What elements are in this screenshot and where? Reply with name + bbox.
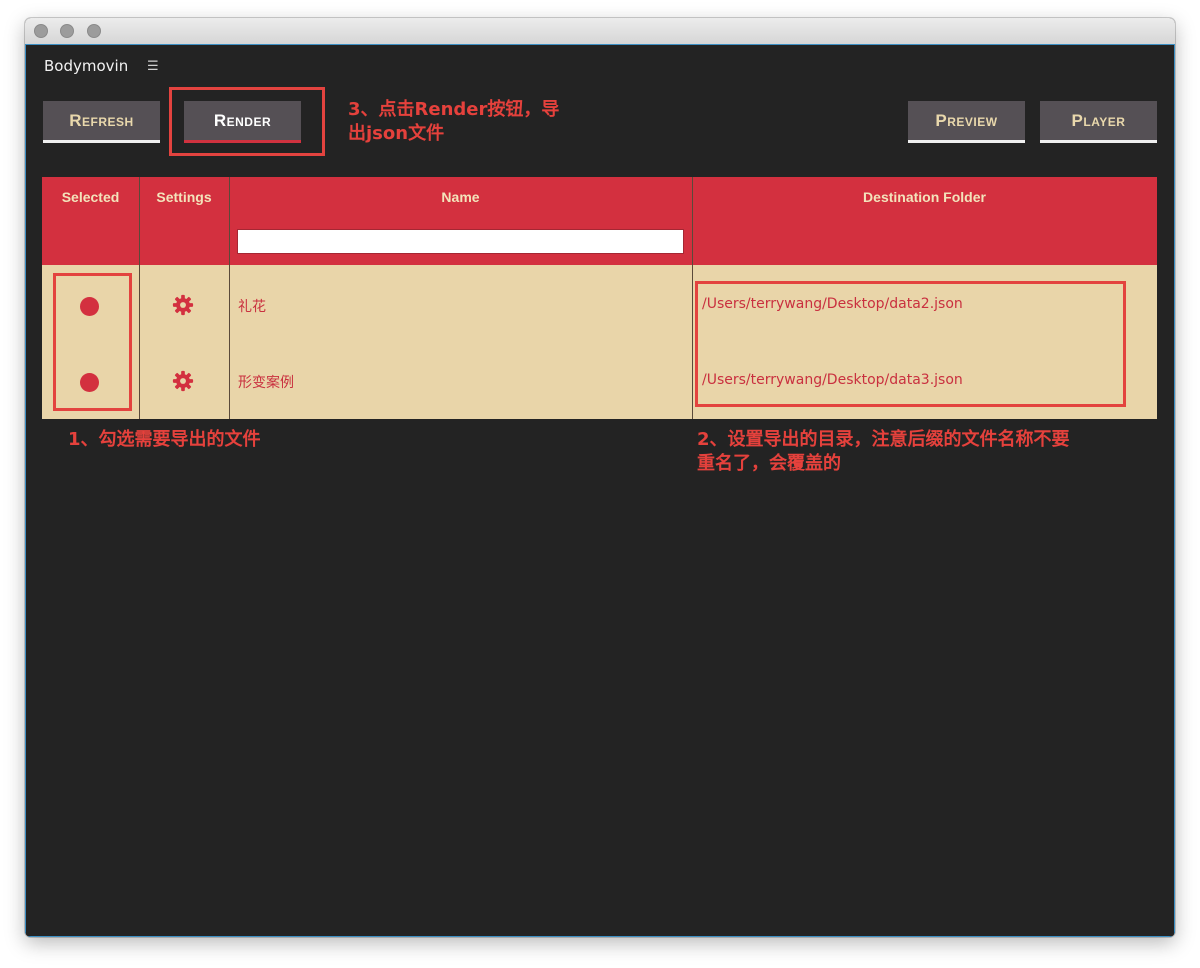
hamburger-menu-icon[interactable]: ☰ — [147, 60, 159, 73]
destination-annotation-line2: 重名了，会覆盖的 — [697, 453, 841, 474]
gear-icon[interactable] — [172, 294, 194, 316]
close-window-button[interactable] — [34, 24, 48, 38]
header-settings: Settings — [156, 189, 212, 205]
app-window: Bodymovin ☰ Refresh Render Preview Playe… — [25, 18, 1175, 937]
render-highlight-box — [169, 87, 325, 156]
row-name: 礼花 — [238, 299, 266, 315]
column-divider — [692, 177, 693, 419]
column-divider — [139, 177, 140, 419]
gear-icon[interactable] — [172, 370, 194, 392]
destination-highlight-box — [695, 281, 1126, 407]
panel-title: Bodymovin — [44, 57, 129, 75]
zoom-window-button[interactable] — [87, 24, 101, 38]
player-button[interactable]: Player — [1040, 101, 1157, 143]
window-titlebar — [25, 18, 1175, 45]
select-annotation: 1、勾选需要导出的文件 — [68, 429, 261, 450]
bodymovin-panel: Bodymovin ☰ Refresh Render Preview Playe… — [25, 44, 1175, 937]
header-destination: Destination Folder — [863, 189, 986, 205]
refresh-button[interactable]: Refresh — [43, 101, 160, 143]
minimize-window-button[interactable] — [60, 24, 74, 38]
preview-button[interactable]: Preview — [908, 101, 1025, 143]
render-annotation-line1: 3、点击Render按钮，导 — [348, 99, 560, 120]
header-name: Name — [441, 189, 480, 205]
table-header: Selected Settings Name Destination Folde… — [42, 177, 1157, 265]
row-name: 形变案例 — [238, 375, 294, 391]
name-filter-input[interactable] — [237, 229, 684, 254]
render-annotation-line2: 出json文件 — [348, 123, 445, 144]
column-divider — [229, 177, 230, 419]
destination-annotation-line1: 2、设置导出的目录，注意后缀的文件名称不要 — [697, 429, 1070, 450]
selected-highlight-box — [53, 273, 132, 411]
header-selected: Selected — [61, 189, 120, 205]
